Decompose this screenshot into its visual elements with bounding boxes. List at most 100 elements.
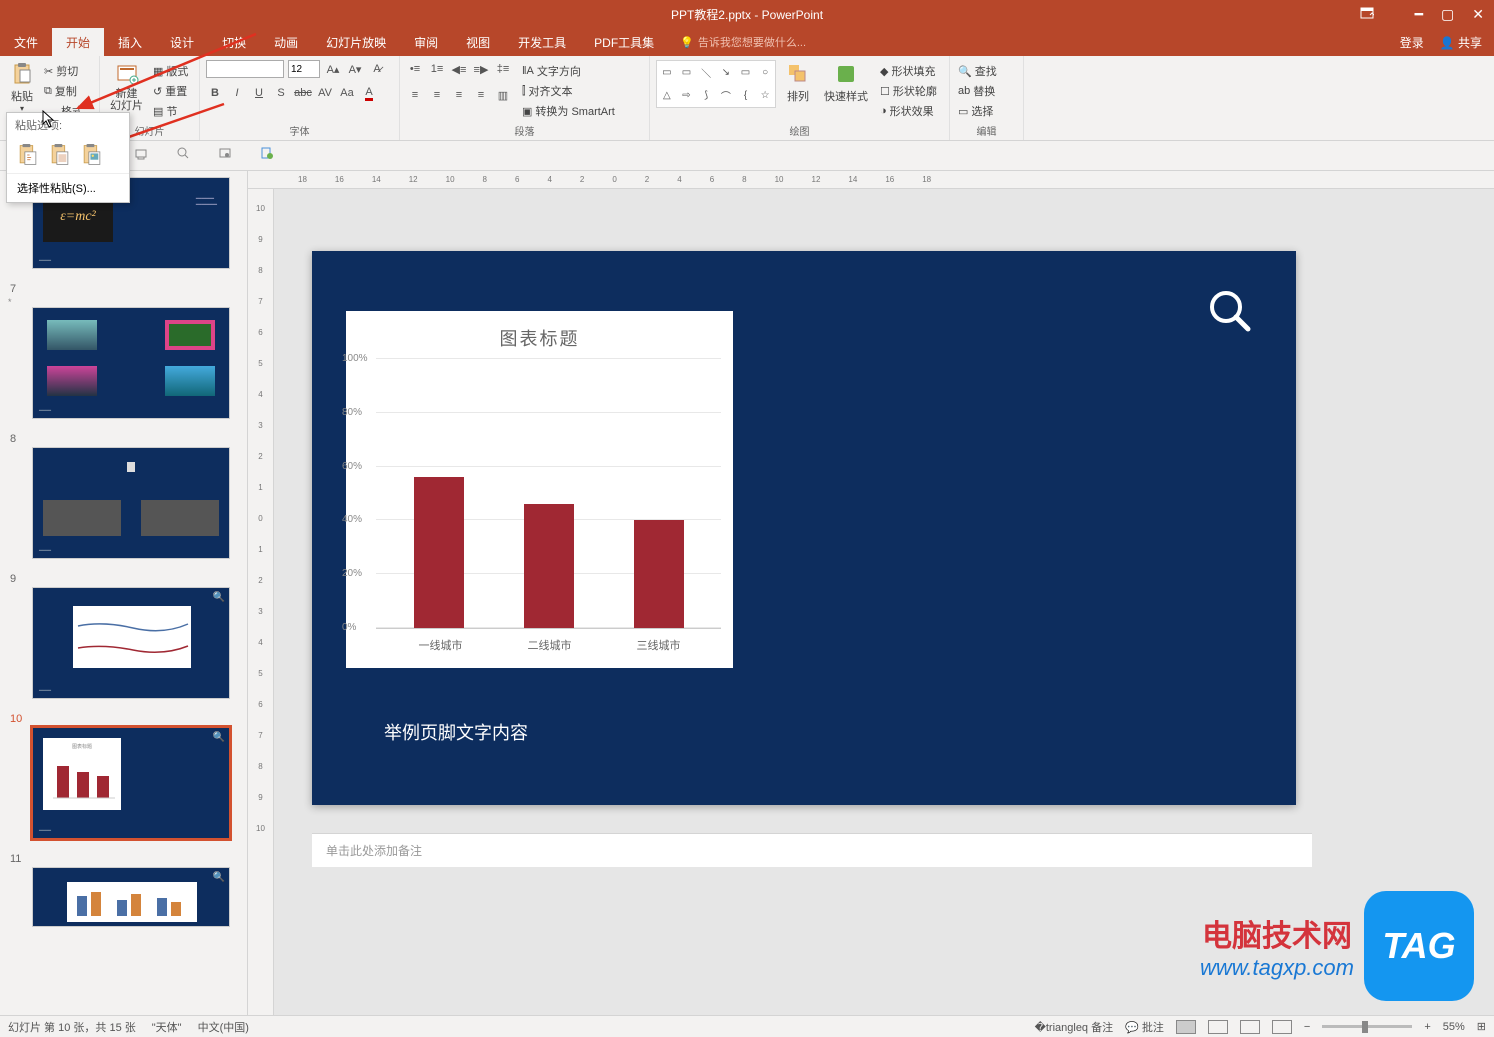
slide-canvas[interactable]: 图表标题 0% 20% 40% 60% 80% 100% <box>312 251 1296 805</box>
comments-toggle[interactable]: 💬 批注 <box>1125 1019 1164 1035</box>
shape-effects-button[interactable]: ◑形状效果 <box>878 102 939 120</box>
columns-button[interactable]: ▥ <box>494 86 512 104</box>
qat-icon-4[interactable] <box>134 146 148 165</box>
login-link[interactable]: 登录 <box>1400 34 1424 51</box>
layout-button[interactable]: ▦版式 <box>151 62 190 80</box>
shape-brace-icon[interactable]: { <box>736 84 756 107</box>
bold-button[interactable]: B <box>206 84 224 102</box>
shape-curve-icon[interactable]: ⟆ <box>696 84 716 107</box>
underline-button[interactable]: U <box>250 84 268 102</box>
tab-transitions[interactable]: 切换 <box>208 28 260 56</box>
select-button[interactable]: ▭选择 <box>956 102 1017 120</box>
tab-animations[interactable]: 动画 <box>260 28 312 56</box>
zoom-out-button[interactable]: − <box>1304 1021 1310 1033</box>
font-color-button[interactable]: A <box>360 84 378 102</box>
tab-file[interactable]: 文件 <box>0 28 52 56</box>
reading-view-button[interactable] <box>1240 1020 1260 1034</box>
tell-me-search[interactable]: 💡 告诉我您想要做什么... <box>680 34 806 50</box>
slideshow-view-button[interactable] <box>1272 1020 1292 1034</box>
language-indicator[interactable]: 中文(中国) <box>198 1019 249 1035</box>
qat-icon-6[interactable] <box>218 146 232 165</box>
section-button[interactable]: ▤节 <box>151 102 190 120</box>
shape-arc-icon[interactable]: ⌒ <box>716 84 736 107</box>
qat-icon-7[interactable] <box>260 146 274 165</box>
paste-keep-source-button[interactable] <box>15 141 41 169</box>
shape-rect3-icon[interactable]: ▭ <box>736 61 756 84</box>
bullets-button[interactable]: •≡ <box>406 60 424 78</box>
notes-toggle[interactable]: �triangleq 备注 <box>1035 1019 1114 1035</box>
paste-use-destination-button[interactable] <box>47 141 73 169</box>
shape-star-icon[interactable]: ☆ <box>755 84 775 107</box>
italic-button[interactable]: I <box>228 84 246 102</box>
thumbnail-slide-7[interactable]: ━━━━ <box>32 307 230 419</box>
justify-button[interactable]: ≡ <box>472 86 490 104</box>
shape-rect-icon[interactable]: ▭ <box>657 61 677 84</box>
zoom-percent[interactable]: 55% <box>1443 1021 1465 1033</box>
ribbon-display-options-icon[interactable] <box>1360 7 1374 22</box>
arrange-button[interactable]: 排列 <box>782 60 814 120</box>
tab-review[interactable]: 审阅 <box>400 28 452 56</box>
align-text-button[interactable]: ⫿对齐文本 <box>520 82 617 100</box>
maximize-icon[interactable]: ▢ <box>1441 6 1454 23</box>
tab-design[interactable]: 设计 <box>156 28 208 56</box>
tab-insert[interactable]: 插入 <box>104 28 156 56</box>
line-spacing-button[interactable]: ‡≡ <box>494 60 512 78</box>
thumbnail-slide-11[interactable]: 🔍 <box>32 867 230 927</box>
change-case-button[interactable]: Aa <box>338 84 356 102</box>
increase-font-icon[interactable]: A▴ <box>324 60 342 78</box>
paste-special-button[interactable]: 选择性粘贴(S)... <box>7 173 129 202</box>
tab-view[interactable]: 视图 <box>452 28 504 56</box>
magnifier-icon[interactable] <box>1208 289 1254 340</box>
share-button[interactable]: 👤 共享 <box>1440 34 1482 51</box>
convert-smartart-button[interactable]: ▣转换为 SmartArt <box>520 102 617 120</box>
strike-button[interactable]: abc <box>294 84 312 102</box>
font-family-combo[interactable] <box>206 60 284 78</box>
tab-slideshow[interactable]: 幻灯片放映 <box>312 28 400 56</box>
copy-button[interactable]: ⧉复制 <box>42 82 93 100</box>
quick-styles-button[interactable]: 快速样式 <box>820 60 872 120</box>
align-center-button[interactable]: ≡ <box>428 86 446 104</box>
slide-counter[interactable]: 幻灯片 第 10 张，共 15 张 <box>8 1019 136 1035</box>
char-spacing-button[interactable]: AV <box>316 84 334 102</box>
shape-arrow-icon[interactable]: ↘ <box>716 61 736 84</box>
slide-thumbnail-panel[interactable]: ε=mc² ━━━━━━━━━━━━━ ━━━━ 7 * ━━━━ 8 <box>0 171 248 1021</box>
thumbnail-slide-10[interactable]: 🔍 图表标题 ━━━━ <box>32 727 230 839</box>
tab-pdf[interactable]: PDF工具集 <box>580 28 668 56</box>
cut-button[interactable]: ✂剪切 <box>42 62 93 80</box>
find-button[interactable]: 🔍查找 <box>956 62 1017 80</box>
decrease-font-icon[interactable]: A▾ <box>346 60 364 78</box>
shapes-gallery[interactable]: ▭▭＼↘▭○ △⇨⟆⌒{☆ <box>656 60 776 108</box>
minimize-icon[interactable]: ━ <box>1415 6 1423 23</box>
clear-format-icon[interactable]: A̷ <box>368 60 386 78</box>
shape-line-icon[interactable]: ＼ <box>696 61 716 84</box>
shape-arrowr-icon[interactable]: ⇨ <box>677 84 697 107</box>
align-left-button[interactable]: ≡ <box>406 86 424 104</box>
notes-pane[interactable]: 单击此处添加备注 <box>312 833 1312 867</box>
shape-oval-icon[interactable]: ○ <box>755 61 775 84</box>
text-direction-button[interactable]: ‖A文字方向 <box>520 62 617 80</box>
chart-object[interactable]: 图表标题 0% 20% 40% 60% 80% 100% <box>346 311 733 668</box>
sorter-view-button[interactable] <box>1208 1020 1228 1034</box>
thumbnail-slide-8[interactable]: ━━━━ <box>32 447 230 559</box>
shape-rect2-icon[interactable]: ▭ <box>677 61 697 84</box>
reset-button[interactable]: ↺重置 <box>151 82 190 100</box>
align-right-button[interactable]: ≡ <box>450 86 468 104</box>
thumbnail-slide-9[interactable]: 🔍 ━━━━ <box>32 587 230 699</box>
normal-view-button[interactable] <box>1176 1020 1196 1034</box>
fit-window-button[interactable]: ⊞ <box>1477 1020 1486 1033</box>
close-icon[interactable]: ✕ <box>1472 6 1484 23</box>
zoom-slider[interactable] <box>1322 1025 1412 1028</box>
shape-fill-button[interactable]: ◆形状填充 <box>878 62 939 80</box>
increase-indent-button[interactable]: ≡▶ <box>472 60 490 78</box>
font-size-combo[interactable] <box>288 60 320 78</box>
paste-picture-button[interactable] <box>79 141 105 169</box>
tab-developer[interactable]: 开发工具 <box>504 28 580 56</box>
numbering-button[interactable]: 1≡ <box>428 60 446 78</box>
shadow-button[interactable]: S <box>272 84 290 102</box>
qat-icon-5[interactable] <box>176 146 190 165</box>
zoom-in-button[interactable]: + <box>1424 1021 1430 1033</box>
new-slide-button[interactable]: 新建 幻灯片 <box>106 60 147 120</box>
replace-button[interactable]: ab替换 <box>956 82 1017 100</box>
slide-footer-text[interactable]: 举例页脚文字内容 <box>384 719 528 745</box>
decrease-indent-button[interactable]: ◀≡ <box>450 60 468 78</box>
